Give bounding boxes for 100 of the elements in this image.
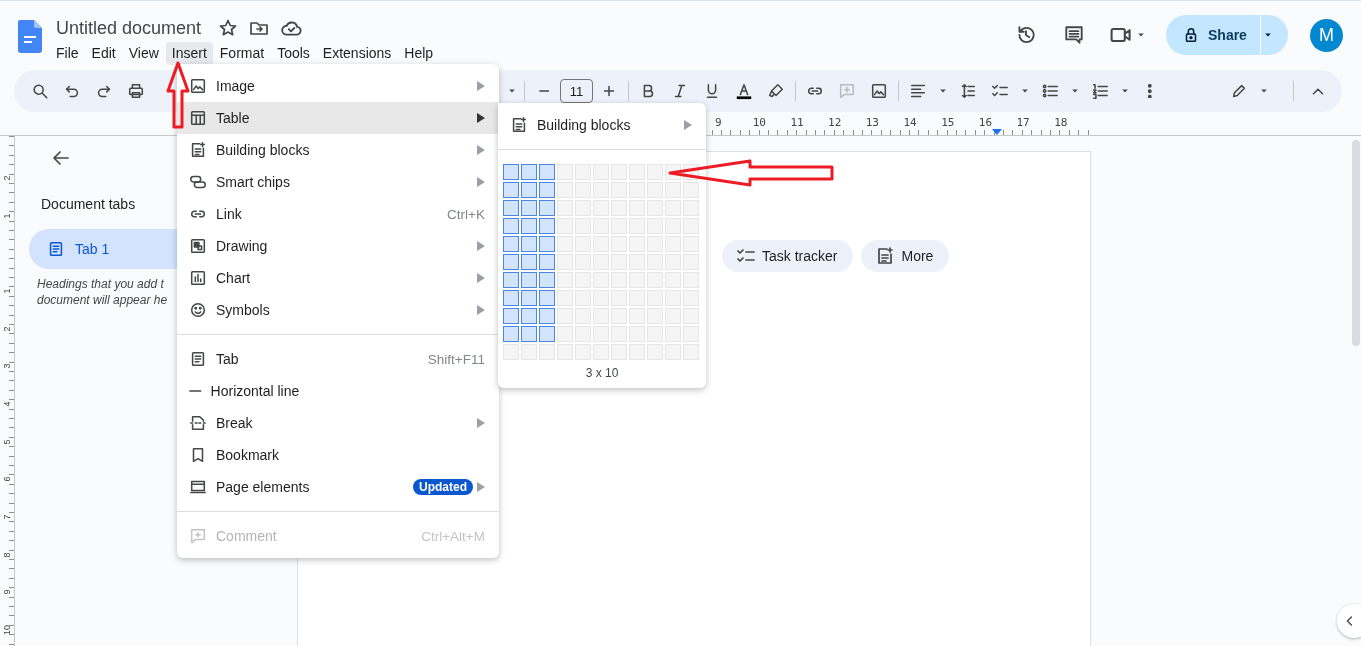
ruler-label: 10 <box>752 117 766 128</box>
table-grid-cell[interactable] <box>503 200 519 216</box>
table-grid-cell[interactable] <box>521 236 537 252</box>
comment-icon[interactable] <box>1063 24 1085 46</box>
scrollbar[interactable] <box>1352 140 1360 346</box>
ruler-label: 10 <box>2 625 12 636</box>
ruler-label: 16 <box>978 117 993 128</box>
comment-add-icon <box>189 527 207 545</box>
ruler-label: 2 <box>2 326 12 332</box>
table-grid-cell[interactable] <box>521 326 537 342</box>
menu-item[interactable]: Table <box>177 102 499 134</box>
avatar[interactable]: M <box>1310 18 1343 52</box>
line-spacing-icon <box>959 82 977 100</box>
menu-item[interactable]: Horizontal line <box>177 375 499 407</box>
table-grid-cell[interactable] <box>539 236 555 252</box>
menu-item[interactable]: Building blocks <box>177 134 499 166</box>
menu-item[interactable]: Building blocks <box>498 109 706 141</box>
drawing-icon <box>189 237 207 255</box>
table-grid-cell[interactable] <box>521 254 537 270</box>
table-grid-cell[interactable] <box>539 272 555 288</box>
ruler-label: 1 <box>2 213 12 219</box>
table-grid-cell[interactable] <box>521 272 537 288</box>
menu-bar-item[interactable]: Edit <box>85 42 122 65</box>
table-grid-cell[interactable] <box>503 254 519 270</box>
table-grid-cell[interactable] <box>521 164 537 180</box>
bulleted-list-icon <box>1041 82 1059 100</box>
menu-item[interactable]: Link Ctrl+K <box>177 198 499 230</box>
ruler-label: 5 <box>2 439 12 445</box>
table-size-label: 3 x 10 <box>584 366 620 380</box>
page-break-icon <box>189 414 207 432</box>
menu-bar-item[interactable]: Extensions <box>316 42 398 65</box>
docs-logo-icon[interactable] <box>18 20 42 53</box>
table-grid-cell[interactable] <box>521 290 537 306</box>
ruler-label: 7 <box>2 514 12 520</box>
table-grid-cell[interactable] <box>503 218 519 234</box>
line-icon <box>189 390 202 392</box>
star-icon[interactable] <box>218 18 239 38</box>
table-grid-cell[interactable] <box>539 182 555 198</box>
table-grid-cell[interactable] <box>539 164 555 180</box>
ruler-label: 18 <box>1054 117 1068 128</box>
table-grid-cell[interactable] <box>539 218 555 234</box>
page-elements-icon <box>189 478 207 496</box>
menu-bar-item[interactable]: Insert <box>165 42 213 65</box>
document-title[interactable]: Untitled document <box>56 17 202 39</box>
table-grid-cell[interactable] <box>503 326 519 342</box>
table-grid-cell[interactable] <box>539 254 555 270</box>
highlighter-icon <box>767 82 785 100</box>
menu-item[interactable]: Image <box>177 70 499 102</box>
table-grid-cell[interactable] <box>539 290 555 306</box>
history-icon[interactable] <box>1015 24 1037 46</box>
back-arrow-icon <box>51 148 71 168</box>
table-grid-cell[interactable] <box>503 308 519 324</box>
ruler-label: 4 <box>2 401 12 407</box>
menu-item[interactable]: Break <box>177 407 499 439</box>
tab-stop-icon[interactable] <box>992 129 1002 135</box>
ruler-label: 9 <box>2 589 12 595</box>
menu-bar-item[interactable]: Help <box>398 42 440 65</box>
ruler-label: 2 <box>2 175 12 181</box>
table-grid-cell[interactable] <box>521 182 537 198</box>
table-grid-cell[interactable] <box>503 236 519 252</box>
table-grid-cell[interactable] <box>521 218 537 234</box>
table-grid-cell[interactable] <box>521 308 537 324</box>
table-grid-cell[interactable] <box>521 200 537 216</box>
ruler-label: 3 <box>2 363 12 369</box>
ruler-label: 17 <box>1016 117 1030 128</box>
menu-bar-item[interactable]: View <box>122 42 165 65</box>
table-grid-cell[interactable] <box>539 200 555 216</box>
sidebar-title: Document tabs <box>41 196 137 212</box>
menu-bar-item[interactable]: File <box>50 42 85 65</box>
document-plus-icon <box>189 141 207 159</box>
side-panel-toggle[interactable] <box>1337 604 1361 638</box>
ruler-label: 8 <box>2 552 12 558</box>
table-grid-cell[interactable] <box>503 290 519 306</box>
menu-item[interactable]: Bookmark <box>177 439 499 471</box>
align-icon <box>909 82 927 100</box>
table-grid-cell[interactable] <box>503 272 519 288</box>
table-grid-cell[interactable] <box>539 326 555 342</box>
pencil-icon <box>1230 82 1248 100</box>
ruler-label: 1 <box>2 288 12 294</box>
template-chip[interactable]: Task tracker <box>722 240 854 272</box>
table-grid-cell[interactable] <box>539 308 555 324</box>
table-grid-cell[interactable] <box>503 182 519 198</box>
ruler-label: 14 <box>903 117 917 128</box>
menu-item[interactable]: Symbols <box>177 294 499 326</box>
menu-item[interactable]: Smart chips <box>177 166 499 198</box>
share-button[interactable]: Share <box>1166 15 1288 55</box>
menu-bar-item[interactable]: Tools <box>271 42 316 65</box>
menu-bar-item[interactable]: Format <box>213 42 271 65</box>
ruler-label: 9 <box>715 117 722 128</box>
document-plus-icon <box>510 116 528 134</box>
document-plus-icon <box>875 246 896 266</box>
template-chip[interactable]: More <box>861 240 950 272</box>
updated-badge: Updated <box>413 479 473 495</box>
more-icon <box>1148 83 1152 99</box>
table-grid-cell[interactable] <box>503 164 519 180</box>
menu-item[interactable]: Page elements Updated <box>177 471 499 503</box>
ruler-label: 12 <box>828 117 842 128</box>
menu-item[interactable]: Tab Shift+F11 <box>177 343 499 375</box>
smiley-icon <box>189 301 207 319</box>
image-icon <box>189 77 207 95</box>
